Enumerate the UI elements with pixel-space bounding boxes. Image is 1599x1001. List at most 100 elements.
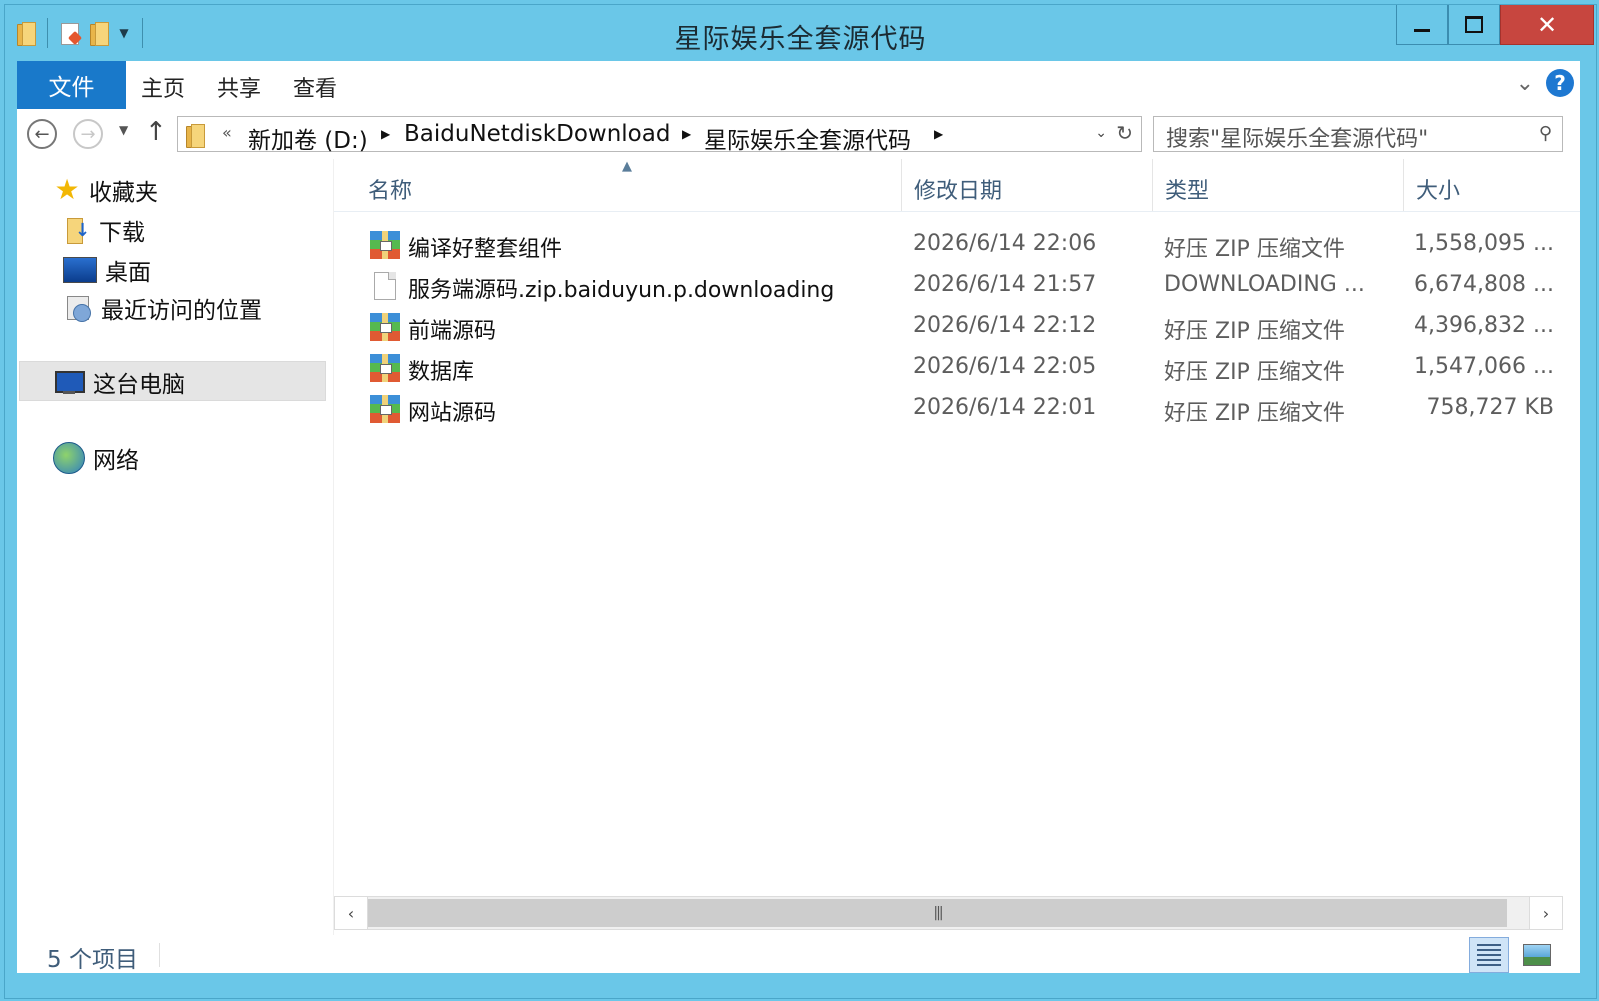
downloads-folder-icon [65, 216, 91, 244]
maximize-button[interactable] [1448, 5, 1500, 45]
blank-file-icon [374, 272, 396, 300]
status-divider [159, 943, 160, 967]
file-type: 好压 ZIP 压缩文件 [1164, 401, 1345, 426]
chevron-left-icon: ‹ [347, 903, 355, 923]
file-type: 好压 ZIP 压缩文件 [1164, 319, 1345, 344]
navigation-pane: ★ 收藏夹 下载 桌面 最近访问的位置 这台电脑 网络 [17, 159, 329, 973]
desktop-icon [63, 257, 97, 283]
expand-ribbon-chevron-icon[interactable]: ⌄ [1516, 71, 1534, 96]
column-header-date[interactable]: 修改日期 [902, 159, 1153, 211]
breadcrumb-separator-icon[interactable]: ▶ [934, 127, 943, 141]
column-header-type[interactable]: 类型 [1153, 159, 1404, 211]
table-row[interactable]: 数据库 2026/6/14 22:05 好压 ZIP 压缩文件 1,547,06… [334, 348, 1580, 389]
file-size: 4,396,832 ... [1414, 313, 1554, 338]
nav-label: 下载 [99, 220, 145, 246]
details-view-icon [1477, 944, 1501, 966]
up-arrow-button[interactable]: ↑ [145, 117, 167, 147]
search-icon[interactable]: ⚲ [1539, 123, 1552, 144]
large-icons-view-button[interactable] [1517, 937, 1557, 973]
tab-home[interactable]: 主页 [141, 71, 185, 103]
chevron-right-icon: › [1542, 903, 1550, 923]
back-button[interactable]: ← [27, 119, 57, 149]
forward-arrow-icon: → [80, 123, 96, 145]
table-row[interactable]: 服务端源码.zip.baiduyun.p.downloading 2026/6/… [334, 266, 1580, 307]
nav-item-downloads[interactable]: 下载 [65, 213, 145, 247]
window-controls: ✕ [1396, 5, 1594, 45]
file-date: 2026/6/14 22:06 [913, 231, 1097, 256]
file-name: 网站源码 [408, 401, 497, 426]
horizontal-scrollbar[interactable]: ‹ ||| › [334, 896, 1563, 930]
zip-archive-icon [370, 231, 400, 259]
nav-item-favorites[interactable]: ★ 收藏夹 [53, 173, 158, 207]
breadcrumb-drive[interactable]: 新加卷 (D:) [248, 121, 368, 155]
search-box[interactable]: 搜索"星际娱乐全套源代码" ⚲ [1153, 116, 1563, 152]
file-date: 2026/6/14 22:01 [913, 395, 1097, 420]
network-globe-icon [53, 442, 85, 474]
file-type: 好压 ZIP 压缩文件 [1164, 237, 1345, 262]
close-button[interactable]: ✕ [1500, 5, 1594, 45]
recent-places-icon [63, 294, 93, 322]
file-date: 2026/6/14 22:05 [913, 354, 1097, 379]
tab-file[interactable]: 文件 [17, 61, 126, 109]
table-row[interactable]: 前端源码 2026/6/14 22:12 好压 ZIP 压缩文件 4,396,8… [334, 307, 1580, 348]
file-size: 6,674,808 ... [1414, 272, 1554, 297]
address-overflow-icon[interactable]: « [222, 123, 232, 142]
file-name: 服务端源码.zip.baiduyun.p.downloading [408, 278, 835, 303]
nav-label: 最近访问的位置 [101, 298, 262, 324]
address-bar[interactable]: « 新加卷 (D:) ▶ BaiduNetdiskDownload ▶ 星际娱乐… [177, 116, 1142, 155]
ribbon-right-controls: ⌄ ? [1516, 69, 1574, 97]
explorer-window: ▼ 星际娱乐全套源代码 ✕ 文件 主页 共享 查看 ⌄ ? ← → ▼ ↑ « … [4, 4, 1597, 999]
breadcrumb-separator-icon[interactable]: ▶ [682, 127, 691, 141]
scrollbar-thumb[interactable]: ||| [368, 899, 1507, 927]
ribbon: 文件 主页 共享 查看 ⌄ ? [17, 61, 1580, 109]
file-name: 前端源码 [408, 319, 497, 344]
window-title: 星际娱乐全套源代码 [674, 24, 927, 55]
title-bar[interactable]: ▼ 星际娱乐全套源代码 ✕ [5, 5, 1596, 61]
main-content: ★ 收藏夹 下载 桌面 最近访问的位置 这台电脑 网络 [17, 159, 1580, 973]
details-view-button[interactable] [1469, 937, 1509, 973]
nav-label: 桌面 [105, 260, 151, 286]
maximize-icon [1465, 16, 1483, 33]
file-type: DOWNLOADING ... [1164, 272, 1365, 297]
refresh-icon[interactable]: ↻ [1116, 121, 1133, 145]
search-placeholder: 搜索"星际娱乐全套源代码" [1166, 127, 1429, 152]
nav-item-desktop[interactable]: 桌面 [63, 253, 151, 287]
navigation-bar: ← → ▼ ↑ « 新加卷 (D:) ▶ BaiduNetdiskDownloa… [17, 109, 1580, 159]
breadcrumb-separator-icon[interactable]: ▶ [381, 127, 390, 141]
nav-item-recent[interactable]: 最近访问的位置 [63, 291, 262, 325]
zip-archive-icon [370, 313, 400, 341]
file-size: 1,558,095 ... [1414, 231, 1554, 256]
file-name: 编译好整套组件 [408, 237, 563, 262]
table-row[interactable]: 网站源码 2026/6/14 22:01 好压 ZIP 压缩文件 758,727… [334, 389, 1580, 430]
folder-icon [184, 123, 206, 148]
nav-label: 网络 [93, 448, 139, 474]
star-icon: ★ [54, 173, 80, 206]
zip-archive-icon [370, 395, 400, 423]
forward-button[interactable]: → [73, 119, 103, 149]
minimize-icon [1414, 29, 1430, 32]
thumbnail-view-icon [1523, 944, 1551, 966]
scroll-left-button[interactable]: ‹ [335, 897, 368, 929]
item-count: 5 个项目 [47, 947, 138, 973]
back-arrow-icon: ← [34, 123, 50, 145]
file-date: 2026/6/14 22:12 [913, 313, 1097, 338]
nav-item-this-pc[interactable]: 这台电脑 [53, 365, 185, 399]
nav-item-network[interactable]: 网络 [53, 441, 139, 475]
address-dropdown-icon[interactable]: ⌄ [1095, 125, 1107, 141]
tab-share[interactable]: 共享 [217, 71, 261, 103]
breadcrumb-baidu-folder[interactable]: BaiduNetdiskDownload [404, 121, 670, 147]
breadcrumb-current-folder[interactable]: 星际娱乐全套源代码 [704, 121, 911, 155]
scroll-right-button[interactable]: › [1529, 897, 1562, 929]
file-size: 758,727 KB [1426, 395, 1555, 420]
close-icon: ✕ [1536, 10, 1558, 39]
file-name: 数据库 [408, 360, 475, 385]
column-header-name[interactable]: 名称 [356, 159, 902, 211]
file-list-pane: ▲ 名称 修改日期 类型 大小 编译好整套组件 2026/6/14 22:06 … [334, 159, 1580, 973]
header-divider [334, 211, 1580, 212]
help-icon[interactable]: ? [1546, 69, 1574, 97]
minimize-button[interactable] [1396, 5, 1448, 45]
column-header-size[interactable]: 大小 [1404, 159, 1580, 211]
table-row[interactable]: 编译好整套组件 2026/6/14 22:06 好压 ZIP 压缩文件 1,55… [334, 225, 1580, 266]
tab-view[interactable]: 查看 [293, 71, 337, 103]
recent-locations-dropdown-icon[interactable]: ▼ [119, 123, 128, 137]
